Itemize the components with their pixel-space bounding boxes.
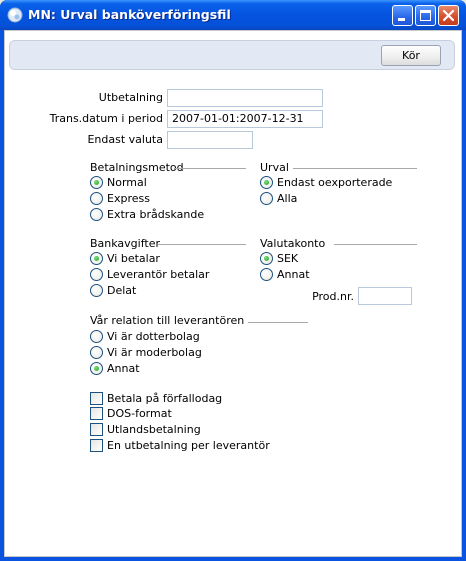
app-bubble-icon[interactable] xyxy=(7,7,23,23)
window-title: MN: Urval banköverföringsfil xyxy=(28,7,231,22)
valutakonto-sek-radio[interactable] xyxy=(260,252,273,265)
utbetalning-label: Utbetalning xyxy=(98,91,163,104)
betalningsmetod-divider xyxy=(174,168,246,169)
urval-divider xyxy=(293,168,417,169)
betalningsmetod-normal-label[interactable]: Normal xyxy=(107,176,147,189)
prodnr-field[interactable] xyxy=(358,287,412,305)
valutakonto-annat-radio[interactable] xyxy=(260,268,273,281)
utbetalning-per-leverantor-checkbox[interactable] xyxy=(90,439,103,452)
relation-dotterbolag-label[interactable]: Vi är dotterbolag xyxy=(107,330,200,343)
bankavgifter-leverantor-radio[interactable] xyxy=(90,268,103,281)
relation-moderbolag-radio[interactable] xyxy=(90,346,103,359)
close-icon xyxy=(442,9,455,22)
valuta-field[interactable] xyxy=(167,131,253,149)
radio-selected-dot xyxy=(94,366,99,371)
relation-heading: Vår relation till leverantören xyxy=(90,314,245,327)
relation-annat-label[interactable]: Annat xyxy=(107,362,140,375)
bankavgifter-heading: Bankavgifter xyxy=(90,237,161,250)
bankavgifter-vi-radio[interactable] xyxy=(90,252,103,265)
forfallodag-label[interactable]: Betala på förfallodag xyxy=(107,392,222,405)
prodnr-label: Prod.nr. xyxy=(312,290,354,303)
radio-selected-dot xyxy=(94,180,99,185)
title-bar[interactable]: MN: Urval banköverföringsfil xyxy=(0,0,466,30)
utbetalning-field[interactable] xyxy=(167,89,323,107)
window-frame: MN: Urval banköverföringsfil Kör Utbetal… xyxy=(0,0,466,561)
relation-divider xyxy=(248,322,308,323)
valutakonto-heading: Valutakonto xyxy=(260,237,326,250)
minimize-icon xyxy=(398,18,405,21)
radio-selected-dot xyxy=(94,256,99,261)
urval-oexporterade-label[interactable]: Endast oexporterade xyxy=(277,176,392,189)
relation-moderbolag-label[interactable]: Vi är moderbolag xyxy=(107,346,202,359)
utlandsbetalning-label[interactable]: Utlandsbetalning xyxy=(107,423,201,436)
valutakonto-divider xyxy=(334,244,417,245)
betalningsmetod-extra-radio[interactable] xyxy=(90,208,103,221)
radio-selected-dot xyxy=(264,256,269,261)
bankavgifter-delat-label[interactable]: Delat xyxy=(107,284,136,297)
relation-annat-radio[interactable] xyxy=(90,362,103,375)
valuta-label: Endast valuta xyxy=(87,133,163,146)
period-field[interactable]: 2007-01-01:2007-12-31 xyxy=(167,110,323,128)
utlandsbetalning-checkbox[interactable] xyxy=(90,423,103,436)
betalningsmetod-normal-radio[interactable] xyxy=(90,176,103,189)
valutakonto-sek-label[interactable]: SEK xyxy=(277,252,298,265)
valutakonto-annat-label[interactable]: Annat xyxy=(277,268,310,281)
urval-heading: Urval xyxy=(260,161,289,174)
betalningsmetod-extra-label[interactable]: Extra brådskande xyxy=(107,208,204,221)
bankavgifter-divider xyxy=(158,244,246,245)
bankavgifter-leverantor-label[interactable]: Leverantör betalar xyxy=(107,268,209,281)
urval-alla-label[interactable]: Alla xyxy=(277,192,297,205)
utbetalning-per-leverantor-label[interactable]: En utbetalning per leverantör xyxy=(107,439,270,452)
betalningsmetod-express-label[interactable]: Express xyxy=(107,192,150,205)
maximize-button[interactable] xyxy=(415,5,436,26)
dos-format-checkbox[interactable] xyxy=(90,407,103,420)
forfallodag-checkbox[interactable] xyxy=(90,392,103,405)
bankavgifter-vi-label[interactable]: Vi betalar xyxy=(107,252,160,265)
period-label: Trans.datum i period xyxy=(49,112,163,125)
radio-selected-dot xyxy=(264,180,269,185)
minimize-button[interactable] xyxy=(392,5,413,26)
bankavgifter-delat-radio[interactable] xyxy=(90,284,103,297)
urval-oexporterade-radio[interactable] xyxy=(260,176,273,189)
close-button[interactable] xyxy=(438,5,459,26)
maximize-icon xyxy=(420,10,431,21)
betalningsmetod-heading: Betalningsmetod xyxy=(90,161,184,174)
relation-dotterbolag-radio[interactable] xyxy=(90,330,103,343)
betalningsmetod-express-radio[interactable] xyxy=(90,192,103,205)
urval-alla-radio[interactable] xyxy=(260,192,273,205)
dos-format-label[interactable]: DOS-format xyxy=(107,407,172,420)
run-button[interactable]: Kör xyxy=(381,45,441,66)
